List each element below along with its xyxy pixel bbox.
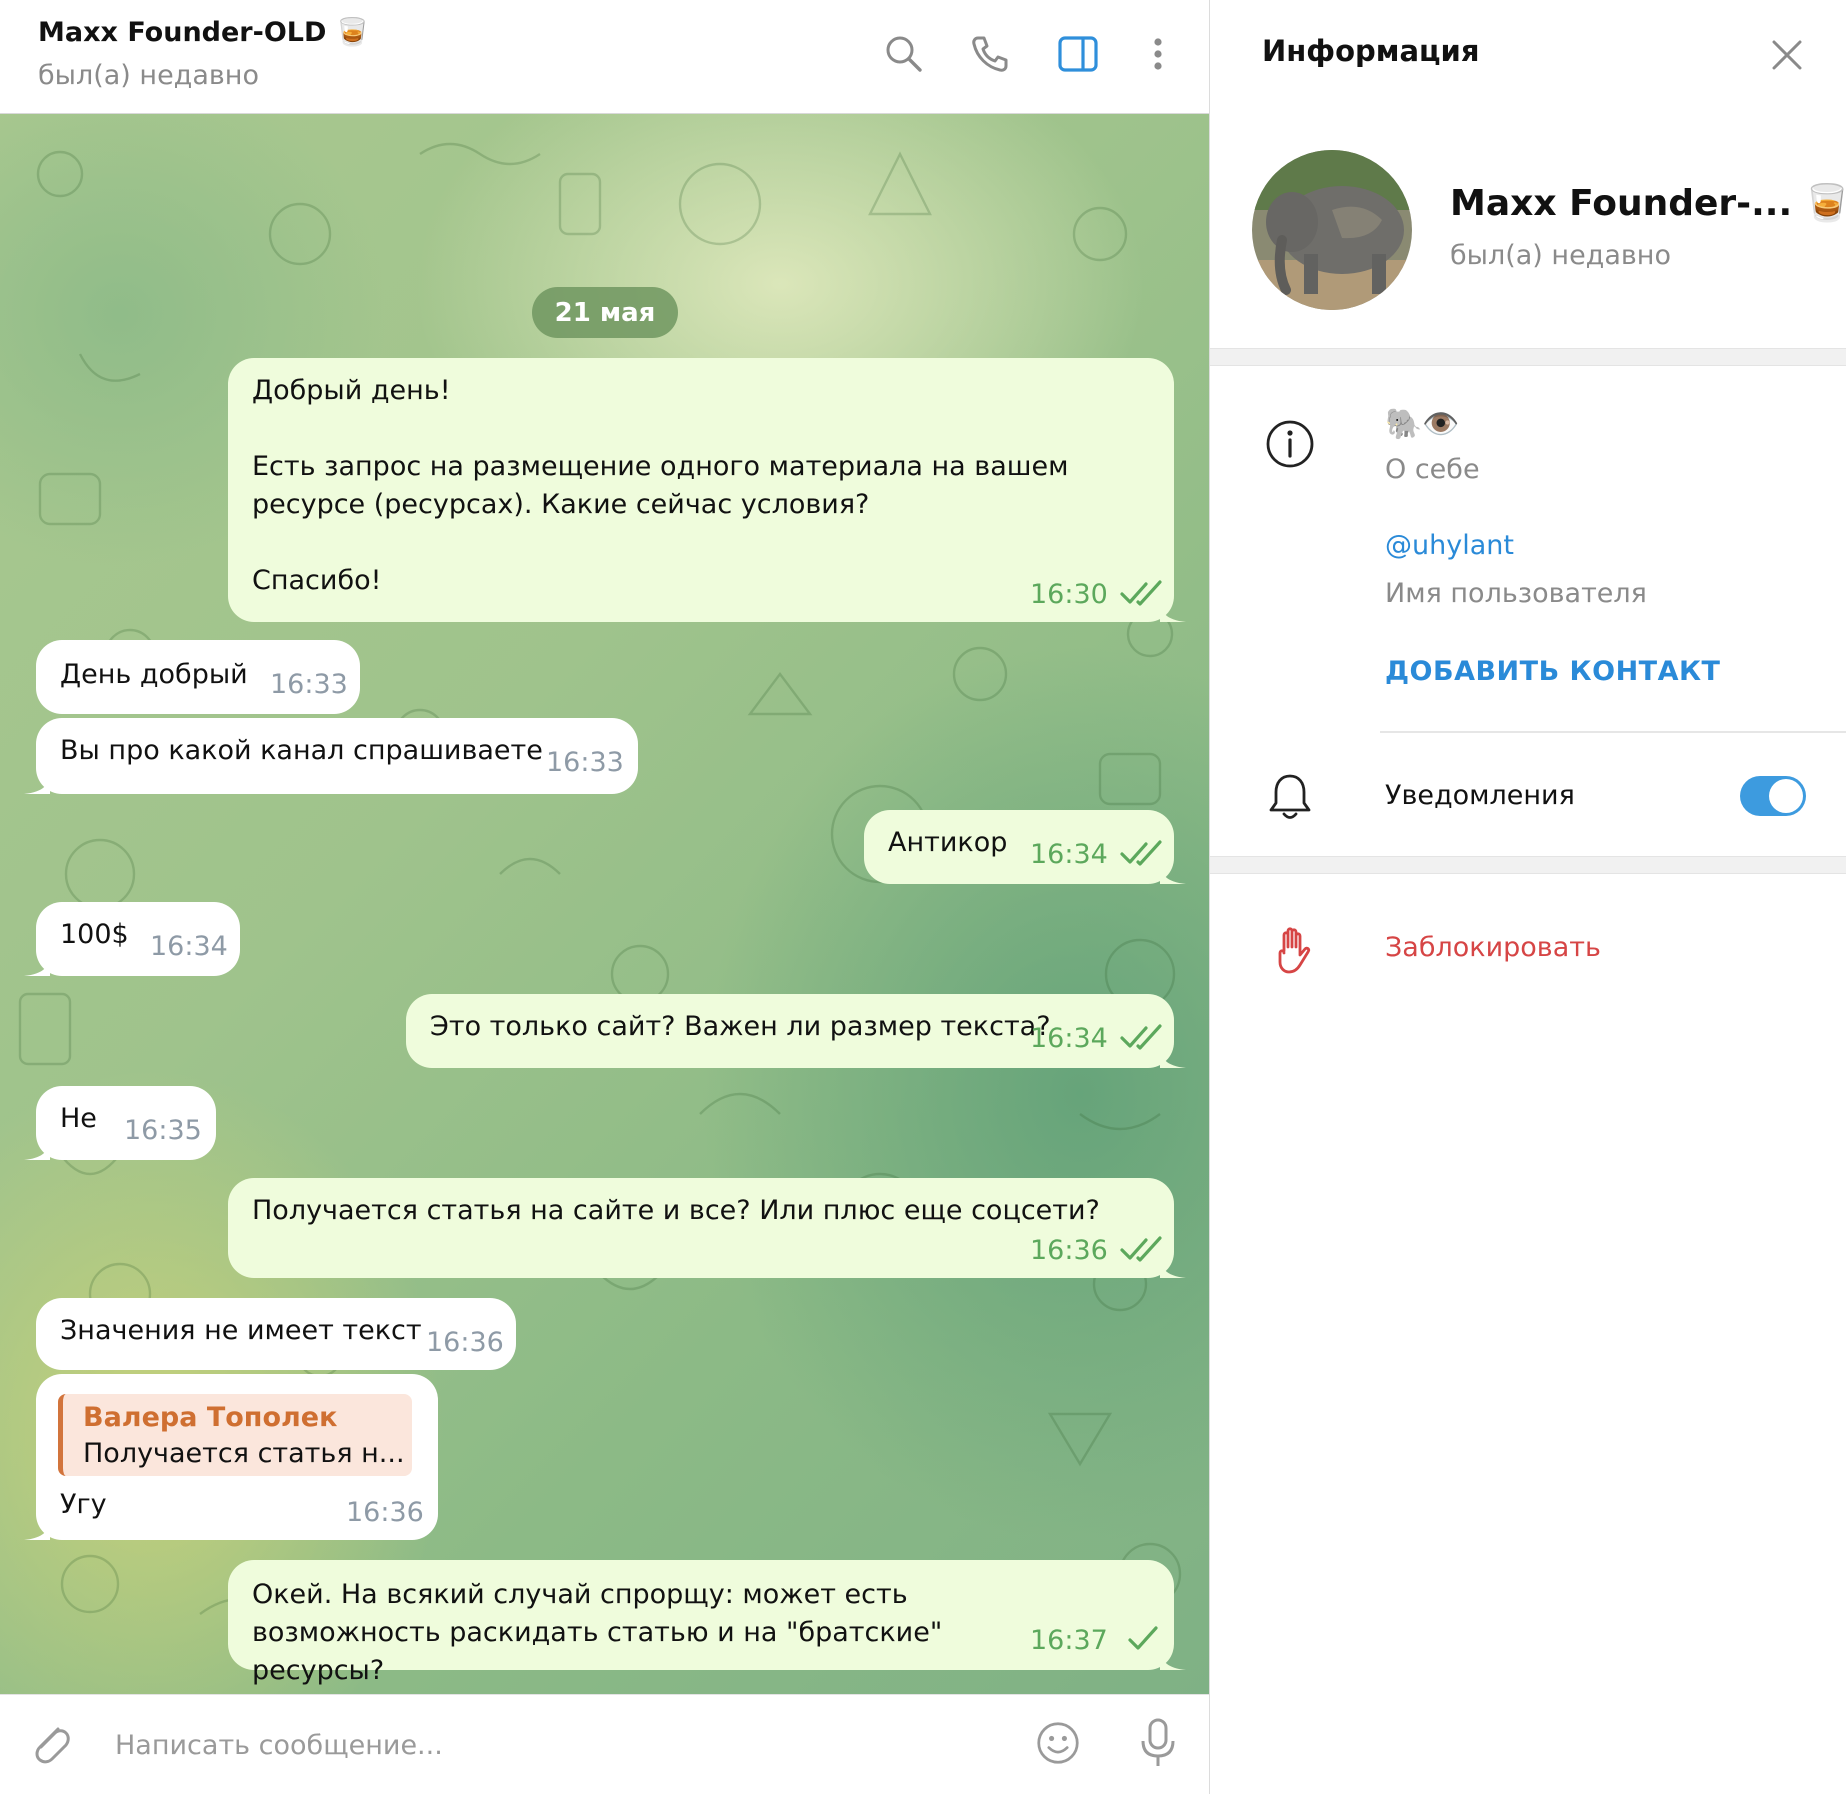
info-icon	[1262, 416, 1318, 472]
sidebar-toggle-icon[interactable]	[1056, 30, 1100, 78]
notifications-toggle[interactable]	[1740, 776, 1806, 816]
message-outgoing[interactable]: Антикор 16:34	[864, 810, 1186, 884]
double-check-icon	[1120, 840, 1162, 866]
message-text: Вы про какой канал спрашиваете	[60, 735, 543, 766]
message-text: Окей. На всякий случай спрорщу: может ес…	[252, 1579, 943, 1686]
message-text: День добрый	[60, 659, 248, 690]
message-incoming[interactable]: Не 16:35	[24, 1086, 216, 1160]
bubble-tail	[1160, 1046, 1186, 1068]
message-incoming[interactable]: Значения не имеет текст 16:36	[36, 1298, 516, 1370]
message-outgoing[interactable]: Получается статья на сайте и все? Или пл…	[228, 1178, 1186, 1278]
message-outgoing[interactable]: Это только сайт? Важен ли размер текста?…	[406, 994, 1186, 1068]
double-check-icon	[1120, 1024, 1162, 1050]
message-time: 16:34	[150, 931, 228, 962]
message-time: 16:34	[1030, 1023, 1108, 1054]
message-incoming[interactable]: День добрый 16:33	[36, 640, 360, 714]
chat-title[interactable]: Maxx Founder-OLD 🥃	[38, 16, 369, 48]
single-check-icon	[1128, 1626, 1158, 1650]
message-time: 16:30	[1030, 579, 1108, 610]
message-text: Не	[60, 1103, 97, 1134]
bubble-tail	[1160, 862, 1186, 884]
bubble-tail	[24, 954, 50, 976]
row-divider	[1380, 731, 1846, 733]
username-link[interactable]: @uhylant	[1385, 530, 1514, 561]
paperclip-icon[interactable]	[28, 1719, 72, 1767]
message-text: Угу	[60, 1489, 107, 1520]
bio-label: О себе	[1385, 454, 1480, 485]
bubble-tail	[24, 772, 50, 794]
message-text: Это только сайт? Важен ли размер текста?	[430, 1011, 1051, 1042]
bubble-tail	[1160, 600, 1186, 622]
profile-status: был(а) недавно	[1450, 240, 1671, 271]
message-outgoing[interactable]: Окей. На всякий случай спрорщу: может ес…	[228, 1560, 1186, 1686]
message-outgoing[interactable]: Добрый день! Есть запрос на размещение о…	[228, 358, 1186, 622]
message-incoming-reply[interactable]: Валера Тополек Получается статья н... Уг…	[24, 1374, 438, 1540]
add-contact-button[interactable]: ДОБАВИТЬ КОНТАКТ	[1385, 656, 1720, 687]
block-user-button[interactable]: Заблокировать	[1385, 932, 1601, 963]
message-incoming[interactable]: Вы про какой канал спрашиваете 16:33	[24, 718, 638, 794]
message-text: Добрый день! Есть запрос на размещение о…	[252, 375, 1069, 596]
bell-icon	[1262, 768, 1318, 824]
message-composer	[0, 1694, 1209, 1794]
chat-background: 21 мая Добрый день! Есть запрос на разме…	[0, 114, 1209, 1694]
chat-pane: Maxx Founder-OLD 🥃 был(а) недавно 21 мая…	[0, 0, 1209, 1794]
toggle-knob	[1769, 779, 1803, 813]
bubble-tail	[24, 1138, 50, 1160]
message-time: 16:36	[346, 1497, 424, 1528]
message-time: 16:35	[124, 1115, 202, 1146]
bubble-tail	[1160, 1256, 1186, 1278]
date-separator: 21 мая	[532, 287, 678, 338]
bubble-tail	[1160, 1648, 1186, 1670]
bubble-tail	[24, 1518, 50, 1540]
bio-text: 🐘👁️	[1385, 407, 1460, 442]
notifications-label: Уведомления	[1385, 780, 1575, 811]
message-input[interactable]	[115, 1721, 915, 1769]
message-time: 16:33	[270, 669, 348, 700]
hand-block-icon[interactable]	[1266, 922, 1322, 978]
message-text: Значения не имеет текст	[60, 1315, 422, 1346]
message-time: 16:37	[1030, 1625, 1108, 1656]
chat-header: Maxx Founder-OLD 🥃 был(а) недавно	[0, 0, 1209, 114]
username-label: Имя пользователя	[1385, 578, 1647, 609]
message-incoming[interactable]: 100$ 16:34	[24, 902, 240, 976]
microphone-icon[interactable]	[1136, 1718, 1180, 1767]
section-separator	[1210, 856, 1846, 874]
message-time: 16:36	[1030, 1235, 1108, 1266]
chat-status: был(а) недавно	[38, 60, 259, 91]
reply-author: Валера Тополек	[83, 1402, 338, 1433]
message-time: 16:34	[1030, 839, 1108, 870]
profile-name: Maxx Founder-... 🥃	[1450, 183, 1846, 224]
section-separator	[1210, 348, 1846, 366]
double-check-icon	[1120, 580, 1162, 606]
message-time: 16:36	[426, 1327, 504, 1358]
emoji-icon[interactable]	[1036, 1719, 1080, 1767]
message-text: Получается статья на сайте и все? Или пл…	[252, 1195, 1100, 1226]
message-text: Антикор	[888, 827, 1008, 858]
phone-icon[interactable]	[968, 30, 1012, 78]
search-icon[interactable]	[882, 30, 926, 78]
reply-text: Получается статья н...	[83, 1438, 405, 1469]
message-time: 16:33	[546, 747, 624, 778]
close-icon[interactable]	[1764, 32, 1810, 78]
avatar[interactable]	[1252, 150, 1412, 310]
info-title: Информация	[1262, 34, 1480, 68]
message-text: 100$	[60, 919, 129, 950]
more-vertical-icon[interactable]	[1136, 30, 1180, 78]
info-panel: Информация Maxx Founder-... 🥃 был(а) нед…	[1210, 0, 1846, 1794]
double-check-icon	[1120, 1236, 1162, 1262]
reply-quote[interactable]: Валера Тополек Получается статья н...	[58, 1394, 412, 1476]
